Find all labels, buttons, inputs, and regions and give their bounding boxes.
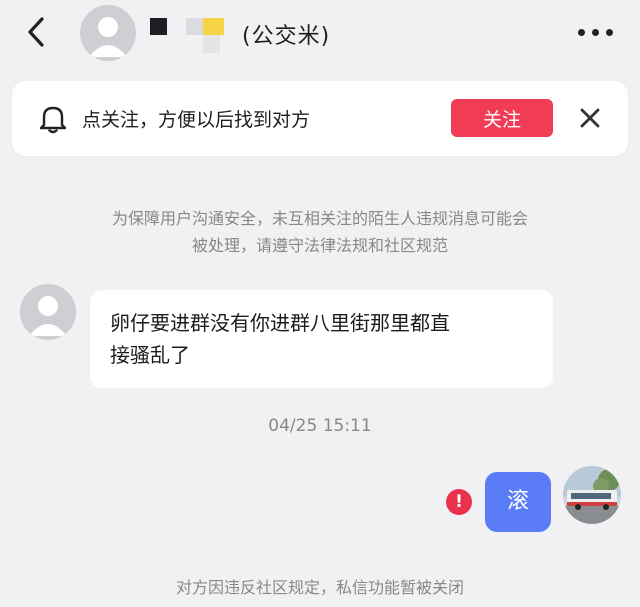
- follow-banner-text: 点关注，方便以后找到对方: [82, 109, 311, 131]
- close-icon[interactable]: [578, 106, 602, 130]
- message-timestamp: 04/25 15:11: [268, 416, 372, 436]
- message-text-line: 卵仔要进群没有你进群八里街那里都直: [110, 311, 450, 335]
- safety-notice-line: 为保障用户沟通安全，未互相关注的陌生人违规消息可能会: [111, 209, 528, 228]
- messaging-disabled-notice: 对方因违反社区规定，私信功能暂被关闭: [175, 578, 464, 597]
- safety-notice-line: 被处理，请遵守法律法规和社区规范: [191, 236, 448, 255]
- peer-name-emoji-block: [186, 18, 226, 54]
- outgoing-message-bubble[interactable]: 滚: [485, 472, 551, 532]
- incoming-message-bubble[interactable]: 卵仔要进群没有你进群八里街那里都直 接骚乱了: [90, 290, 553, 388]
- self-avatar[interactable]: [563, 466, 621, 524]
- more-dots-icon[interactable]: [578, 26, 614, 40]
- send-failed-icon[interactable]: !: [446, 489, 472, 515]
- follow-button[interactable]: 关注: [451, 99, 553, 137]
- peer-avatar[interactable]: [80, 5, 136, 61]
- bell-icon: [40, 106, 66, 134]
- default-avatar-icon: [89, 17, 127, 57]
- peer-name-emoji-block: [150, 18, 167, 35]
- bus-photo-avatar-icon: [563, 466, 621, 524]
- default-avatar-icon: [29, 296, 67, 336]
- follow-banner: 点关注，方便以后找到对方 关注: [12, 81, 628, 156]
- peer-name: (公交米): [242, 24, 331, 49]
- message-text-line: 接骚乱了: [110, 343, 190, 367]
- chat-header: (公交米): [0, 0, 640, 66]
- back-arrow-icon[interactable]: [22, 14, 52, 50]
- sender-avatar[interactable]: [20, 284, 76, 340]
- safety-notice: 为保障用户沟通安全，未互相关注的陌生人违规消息可能会 被处理，请遵守法律法规和社…: [60, 205, 580, 259]
